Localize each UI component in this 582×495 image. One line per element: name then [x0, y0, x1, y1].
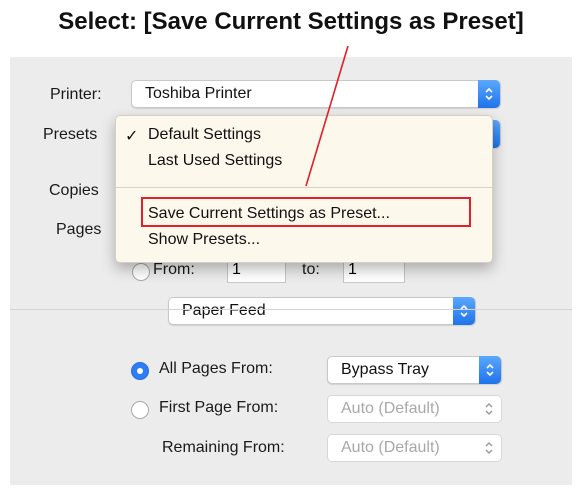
- screenshot-stage: Select: [Save Current Settings as Preset…: [0, 0, 582, 495]
- pointer-arrow: [305, 45, 349, 187]
